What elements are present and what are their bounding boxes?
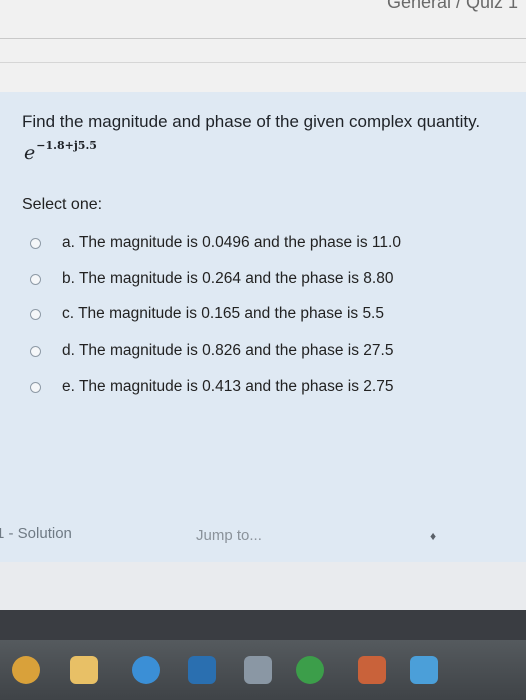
store-icon[interactable] bbox=[358, 656, 386, 684]
option-c[interactable]: c. The magnitude is 0.165 and the phase … bbox=[0, 299, 526, 329]
select-arrows-icon[interactable]: ♦ bbox=[430, 529, 436, 543]
question-formula: e−1.8+j5.5 bbox=[24, 139, 97, 164]
jump-to-select[interactable]: Jump to... bbox=[196, 527, 262, 544]
radio-button[interactable] bbox=[30, 308, 41, 320]
radio-button[interactable] bbox=[30, 381, 41, 393]
select-one-label: Select one: bbox=[22, 196, 103, 213]
radio-button[interactable] bbox=[30, 345, 41, 357]
radio-button[interactable] bbox=[30, 237, 41, 249]
app-icon[interactable] bbox=[244, 656, 272, 684]
question-text: Find the magnitude and phase of the give… bbox=[22, 112, 481, 131]
formula-base: e bbox=[24, 142, 36, 164]
question-panel: Find the magnitude and phase of the give… bbox=[0, 92, 526, 562]
option-label[interactable]: c. The magnitude is 0.165 and the phase … bbox=[62, 305, 384, 323]
chrome-icon[interactable] bbox=[12, 656, 40, 684]
divider bbox=[0, 62, 526, 63]
option-label[interactable]: d. The magnitude is 0.826 and the phase … bbox=[62, 342, 393, 360]
radio-button[interactable] bbox=[30, 273, 41, 285]
formula-exponent: −1.8+j5.5 bbox=[36, 139, 97, 152]
quiz-navigation: 1 - Solution Jump to... ♦ bbox=[0, 505, 526, 565]
edge-icon[interactable] bbox=[132, 656, 160, 684]
option-label[interactable]: b. The magnitude is 0.264 and the phase … bbox=[62, 270, 393, 288]
option-label[interactable]: a. The magnitude is 0.0496 and the phase… bbox=[62, 234, 401, 252]
top-bar: General / Quiz 1 bbox=[0, 0, 526, 92]
screen-bezel bbox=[0, 610, 526, 640]
breadcrumb[interactable]: General / Quiz 1 bbox=[387, 0, 518, 13]
taskbar bbox=[0, 640, 526, 700]
file-explorer-icon[interactable] bbox=[70, 656, 98, 684]
photos-icon[interactable] bbox=[188, 656, 216, 684]
maps-icon[interactable] bbox=[296, 656, 324, 684]
divider bbox=[0, 38, 526, 39]
option-a[interactable]: a. The magnitude is 0.0496 and the phase… bbox=[0, 228, 526, 258]
previous-activity-link[interactable]: 1 - Solution bbox=[0, 525, 72, 542]
option-e[interactable]: e. The magnitude is 0.413 and the phase … bbox=[0, 372, 526, 402]
option-b[interactable]: b. The magnitude is 0.264 and the phase … bbox=[0, 264, 526, 294]
teams-icon[interactable] bbox=[410, 656, 438, 684]
option-d[interactable]: d. The magnitude is 0.826 and the phase … bbox=[0, 336, 526, 366]
option-label[interactable]: e. The magnitude is 0.413 and the phase … bbox=[62, 378, 393, 396]
